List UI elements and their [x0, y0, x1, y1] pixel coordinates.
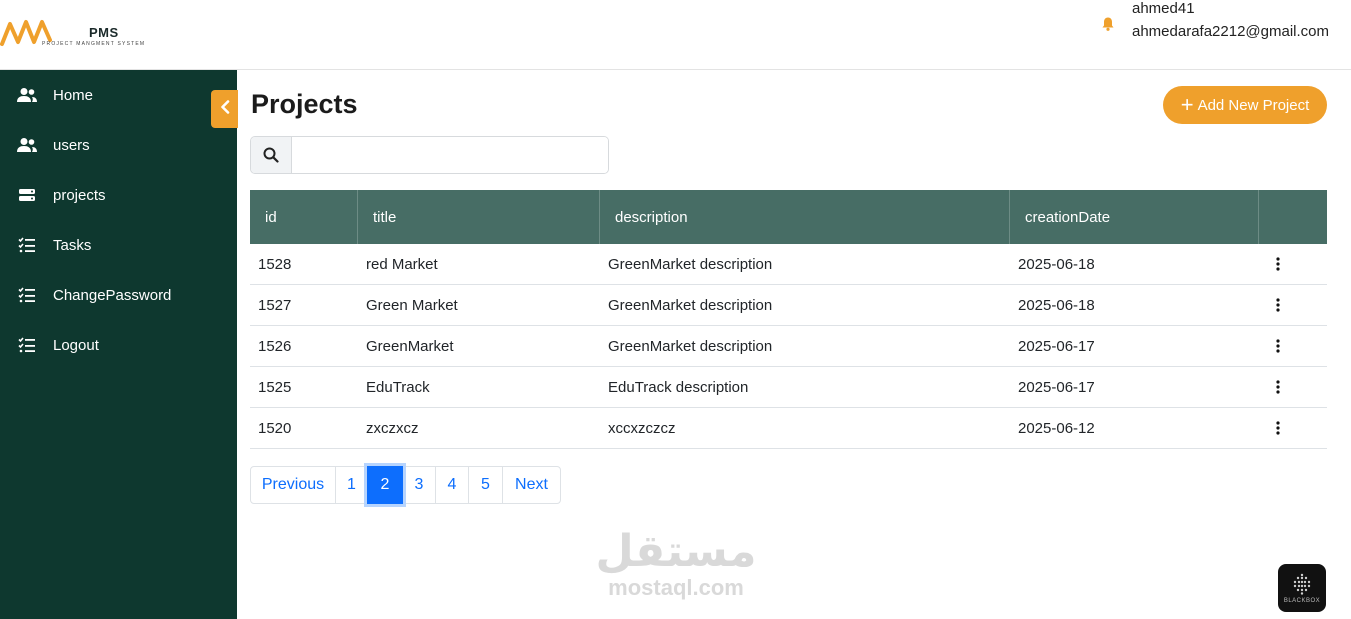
blackbox-button[interactable]: BLACKBOX — [1278, 564, 1326, 612]
add-new-project-button[interactable]: + Add New Project — [1163, 86, 1327, 124]
main-content: Projects + Add New Project id title desc… — [237, 70, 1351, 619]
cell-description: xccxzczcz — [608, 419, 676, 437]
blackbox-logo-icon — [1293, 573, 1311, 595]
pagination-page-1[interactable]: 1 — [335, 466, 368, 504]
user-email: ahmedarafa2212@gmail.com — [1132, 23, 1329, 40]
watermark: مستقل mostaql.com — [594, 530, 758, 600]
sidebar-item-label: ChangePassword — [53, 286, 172, 304]
list-check-icon — [16, 336, 38, 354]
logo[interactable]: PMS PROJECT MANGMENT SYSTEM — [0, 14, 160, 54]
sidebar-item-change-password[interactable]: ChangePassword — [0, 275, 237, 315]
more-vertical-icon[interactable] — [1270, 420, 1286, 436]
cell-description: GreenMarket description — [608, 296, 773, 314]
users-icon — [16, 136, 38, 154]
more-vertical-icon[interactable] — [1270, 338, 1286, 354]
pagination-page-4[interactable]: 4 — [435, 466, 469, 504]
logo-subtitle: PROJECT MANGMENT SYSTEM — [42, 41, 146, 47]
table-row: 1528 red Market GreenMarket description … — [250, 244, 1327, 285]
cell-creation-date: 2025-06-18 — [1018, 255, 1095, 273]
more-vertical-icon[interactable] — [1270, 297, 1286, 313]
sidebar-item-label: Logout — [53, 336, 99, 354]
users-icon — [16, 86, 38, 104]
sidebar-item-logout[interactable]: Logout — [0, 325, 237, 365]
pagination: Previous 1 2 3 4 5 Next — [250, 466, 561, 504]
sidebar: Home users projects Tasks ChangePassword… — [0, 70, 237, 619]
cell-id: 1525 — [258, 378, 292, 396]
logo-title: PMS — [89, 25, 119, 40]
sidebar-item-home[interactable]: Home — [0, 75, 237, 115]
cell-description: GreenMarket description — [608, 337, 773, 355]
cell-description: EduTrack description — [608, 378, 749, 396]
sidebar-collapse-button[interactable] — [211, 90, 238, 128]
cell-title: EduTrack — [366, 378, 430, 396]
table-header: id title description creationDate — [250, 190, 1327, 244]
search-icon — [251, 137, 292, 173]
server-icon — [16, 186, 38, 204]
sidebar-item-label: users — [53, 136, 90, 154]
sidebar-item-label: Home — [53, 86, 94, 104]
plus-icon: + — [1180, 92, 1194, 117]
column-header-title[interactable]: title — [358, 190, 600, 244]
watermark-english: mostaql.com — [608, 575, 744, 600]
page-title: Projects — [251, 89, 358, 119]
cell-title: Green Market — [366, 296, 458, 314]
column-header-creation-date[interactable]: creationDate — [1010, 190, 1259, 244]
sidebar-item-users[interactable]: users — [0, 125, 237, 165]
cell-title: GreenMarket — [366, 337, 454, 355]
cell-id: 1528 — [258, 255, 292, 273]
blackbox-label: BLACKBOX — [1283, 597, 1321, 604]
sidebar-item-label: Tasks — [53, 236, 92, 254]
cell-title: red Market — [366, 255, 438, 273]
cell-description: GreenMarket description — [608, 255, 773, 273]
table-row: 1527 Green Market GreenMarket descriptio… — [250, 285, 1327, 326]
column-header-description[interactable]: description — [600, 190, 1010, 244]
cell-creation-date: 2025-06-12 — [1018, 419, 1095, 437]
cell-id: 1526 — [258, 337, 292, 355]
pagination-previous[interactable]: Previous — [250, 466, 336, 504]
watermark-arabic: مستقل — [595, 526, 757, 577]
more-vertical-icon[interactable] — [1270, 256, 1286, 272]
bell-icon[interactable] — [1100, 16, 1116, 32]
column-header-actions — [1259, 190, 1327, 244]
user-name: ahmed41 — [1132, 0, 1195, 17]
list-check-icon — [16, 236, 38, 254]
cell-title: zxczxcz — [366, 419, 419, 437]
cell-id: 1520 — [258, 419, 292, 437]
sidebar-item-tasks[interactable]: Tasks — [0, 225, 237, 265]
column-header-id[interactable]: id — [250, 190, 358, 244]
search-box — [250, 136, 609, 174]
search-input[interactable] — [292, 137, 608, 173]
sidebar-item-label: projects — [53, 186, 106, 204]
list-check-icon — [16, 286, 38, 304]
table-row: 1526 GreenMarket GreenMarket description… — [250, 326, 1327, 367]
pagination-page-5[interactable]: 5 — [468, 466, 503, 504]
table-row: 1520 zxczxcz xccxzczcz 2025-06-12 — [250, 408, 1327, 449]
top-bar: PMS PROJECT MANGMENT SYSTEM ahmed41 ahme… — [0, 0, 1351, 70]
chevron-left-icon — [219, 99, 231, 119]
cell-creation-date: 2025-06-17 — [1018, 378, 1095, 396]
sidebar-item-projects[interactable]: projects — [0, 175, 237, 215]
pagination-page-2[interactable]: 2 — [367, 466, 403, 504]
more-vertical-icon[interactable] — [1270, 379, 1286, 395]
pagination-page-3[interactable]: 3 — [402, 466, 436, 504]
projects-table: id title description creationDate 1528 r… — [250, 190, 1327, 449]
add-new-project-label: Add New Project — [1197, 96, 1310, 114]
cell-creation-date: 2025-06-18 — [1018, 296, 1095, 314]
pagination-next[interactable]: Next — [502, 466, 561, 504]
table-row: 1525 EduTrack EduTrack description 2025-… — [250, 367, 1327, 408]
cell-creation-date: 2025-06-17 — [1018, 337, 1095, 355]
cell-id: 1527 — [258, 296, 292, 314]
